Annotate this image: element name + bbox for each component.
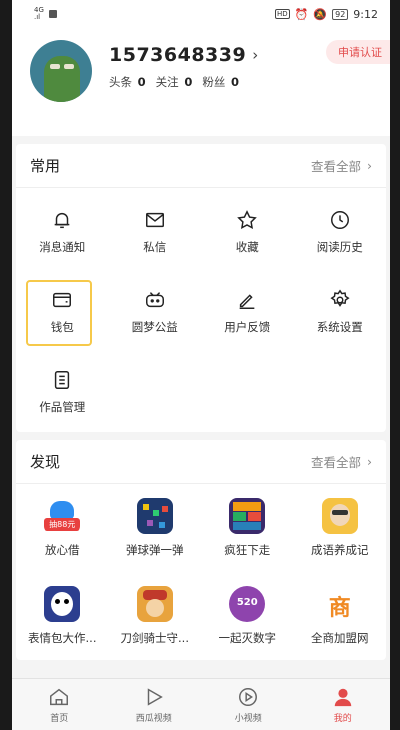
phone-screen: 4G .ıl HD ⏰ 🔕 92 9:12 1573648339 › 头条 0 关… bbox=[12, 0, 390, 730]
pen-icon bbox=[239, 294, 255, 309]
clock-icon bbox=[330, 211, 349, 229]
bell-icon bbox=[54, 212, 70, 229]
meme-app-icon bbox=[44, 586, 81, 622]
section-title: 常用 bbox=[30, 157, 61, 175]
menu-item-charity[interactable]: 圆梦公益 bbox=[109, 272, 202, 352]
menu-item-wallet[interactable]: 钱包 bbox=[16, 272, 109, 352]
stat-following[interactable]: 关注 0 bbox=[156, 74, 193, 90]
menu-item-feedback[interactable]: 用户反馈 bbox=[201, 272, 294, 352]
app-knight[interactable]: 刀剑骑士守... bbox=[109, 572, 202, 660]
menu-item-notifications[interactable]: 消息通知 bbox=[16, 192, 109, 272]
franchise-app-icon: 商 bbox=[321, 586, 358, 622]
profile-header: 1573648339 › 头条 0 关注 0 粉丝 0 申请认证 bbox=[12, 28, 390, 136]
wallet-icon bbox=[53, 292, 72, 308]
menu-item-works[interactable]: 作品管理 bbox=[16, 352, 109, 432]
document-icon bbox=[55, 371, 70, 389]
network-type: 4G bbox=[34, 6, 44, 14]
alarm-icon: ⏰ bbox=[294, 7, 309, 21]
notification-icon bbox=[48, 10, 57, 18]
charity-icon bbox=[145, 292, 164, 308]
menu-item-messages[interactable]: 私信 bbox=[109, 192, 202, 272]
mail-icon bbox=[145, 212, 164, 228]
user-icon bbox=[334, 688, 351, 706]
username-link[interactable]: 1573648339 › bbox=[109, 44, 259, 66]
chevron-right-icon: › bbox=[367, 454, 372, 469]
gear-icon bbox=[330, 289, 350, 307]
common-section: 常用 查看全部 › 消息通知 私信 收藏 阅读历史 钱包 圆梦公益 用户反馈 系… bbox=[16, 144, 386, 432]
app-crazy-descent[interactable]: 疯狂下走 bbox=[201, 484, 294, 572]
nav-short-video[interactable]: 小视频 bbox=[201, 679, 296, 730]
home-icon bbox=[50, 688, 69, 705]
discover-section: 发现 查看全部 › 抽88元 放心借 弹球弹一弹 疯狂下走 成语养成记 表情包大… bbox=[16, 440, 386, 660]
nav-xigua-video[interactable]: 西瓜视频 bbox=[107, 679, 202, 730]
menu-item-favorites[interactable]: 收藏 bbox=[201, 192, 294, 272]
chevron-right-icon: › bbox=[367, 158, 372, 173]
app-meme[interactable]: 表情包大作... bbox=[16, 572, 109, 660]
clock-time: 9:12 bbox=[353, 7, 378, 21]
nav-mine[interactable]: 我的 bbox=[296, 679, 391, 730]
signal-icon: 4G .ıl bbox=[34, 6, 44, 21]
app-loan[interactable]: 抽88元 放心借 bbox=[16, 484, 109, 572]
block-game-icon bbox=[229, 498, 266, 534]
status-bar: 4G .ıl HD ⏰ 🔕 92 9:12 bbox=[12, 0, 390, 28]
profile-stats: 头条 0 关注 0 粉丝 0 bbox=[109, 74, 259, 90]
mute-icon: 🔕 bbox=[313, 7, 328, 21]
see-all-link[interactable]: 查看全部 › bbox=[311, 156, 372, 175]
see-all-link[interactable]: 查看全部 › bbox=[311, 452, 372, 471]
avatar[interactable] bbox=[30, 40, 92, 102]
star-icon bbox=[237, 210, 258, 229]
stat-headlines[interactable]: 头条 0 bbox=[109, 74, 146, 90]
play-icon bbox=[147, 687, 163, 706]
short-video-icon bbox=[239, 687, 258, 706]
hd-badge: HD bbox=[275, 9, 290, 19]
idiom-game-icon bbox=[321, 498, 358, 534]
app-franchise[interactable]: 商 全商加盟网 bbox=[294, 572, 387, 660]
app-idiom[interactable]: 成语养成记 bbox=[294, 484, 387, 572]
username: 1573648339 bbox=[109, 44, 247, 66]
section-title: 发现 bbox=[30, 453, 61, 471]
apply-certification-button[interactable]: 申请认证 bbox=[326, 40, 390, 64]
knight-game-icon bbox=[136, 586, 173, 622]
number-game-icon: 520 bbox=[229, 586, 266, 622]
loan-app-icon: 抽88元 bbox=[44, 498, 81, 534]
app-pinball[interactable]: 弹球弹一弹 bbox=[109, 484, 202, 572]
battery-icon: 92 bbox=[332, 8, 349, 20]
menu-item-settings[interactable]: 系统设置 bbox=[294, 272, 387, 352]
nav-home[interactable]: 首页 bbox=[12, 679, 107, 730]
pinball-game-icon bbox=[136, 498, 173, 534]
stat-followers[interactable]: 粉丝 0 bbox=[202, 74, 239, 90]
chevron-right-icon: › bbox=[252, 46, 259, 64]
menu-item-history[interactable]: 阅读历史 bbox=[294, 192, 387, 272]
app-number[interactable]: 520 一起灭数字 bbox=[201, 572, 294, 660]
bottom-nav: 首页 西瓜视频 小视频 我的 bbox=[12, 678, 390, 730]
